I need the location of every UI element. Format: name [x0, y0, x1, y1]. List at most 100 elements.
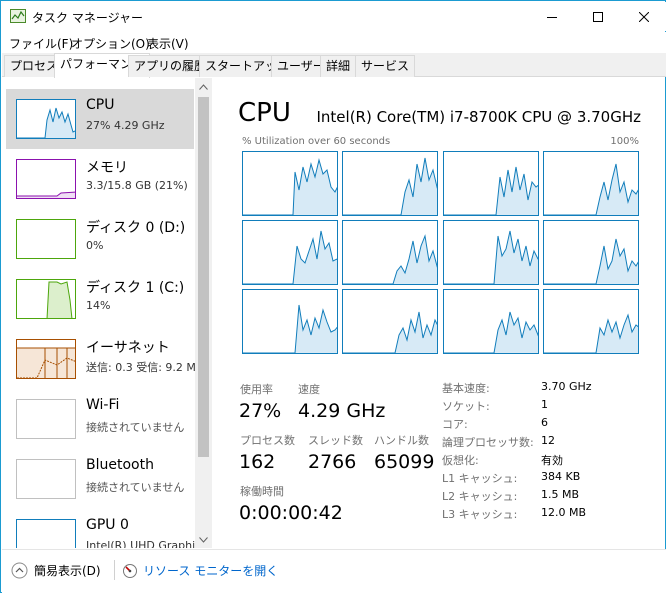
open-resource-monitor-label: リソース モニターを開く — [143, 564, 279, 578]
resource-gpu[interactable]: GPU 0 Intel(R) UHD Graphic — [6, 509, 201, 548]
scroll-up-button[interactable] — [195, 78, 212, 95]
core-graph-line — [544, 163, 638, 215]
resource-memory-sub: 3.3/15.8 GB (21%) — [86, 179, 188, 192]
base-speed-label: 基本速度: — [442, 382, 490, 395]
open-resource-monitor-link[interactable]: リソース モニターを開く — [122, 562, 278, 579]
core-graph — [242, 289, 338, 354]
resource-bluetooth-name: Bluetooth — [86, 457, 154, 473]
uptime-label: 稼働時間 — [240, 485, 284, 498]
menu-file[interactable]: ファイル(F) — [9, 35, 73, 52]
wifi-thumbnail-graph — [16, 399, 76, 439]
base-speed-value: 3.70 GHz — [541, 380, 592, 393]
footer-bar: 簡易表示(D) リソース モニターを開く — [2, 549, 666, 593]
menu-options[interactable]: オプション(O) — [71, 35, 150, 52]
core-graph-line — [243, 304, 337, 353]
resource-disk-1[interactable]: ディスク 1 (C:) 14% — [6, 269, 194, 329]
core-graph — [543, 289, 639, 354]
speed-label: 速度 — [298, 383, 320, 396]
scroll-thumb[interactable] — [198, 97, 209, 457]
minimize-button[interactable] — [529, 2, 575, 31]
disk0-thumbnail-graph — [16, 219, 76, 259]
resource-monitor-icon — [123, 563, 137, 578]
core-graph-line — [544, 313, 638, 353]
cpu-model-name: Intel(R) Core(TM) i7-8700K CPU @ 3.70GHz — [316, 108, 641, 126]
uptime-value: 0:00:00:42 — [239, 502, 343, 524]
sockets-value: 1 — [541, 398, 548, 411]
core-graphs-grid — [242, 151, 640, 355]
resource-gpu-name: GPU 0 — [86, 517, 129, 533]
core-graph-line — [444, 311, 538, 353]
task-manager-window: タスク マネージャー ファイル(F) オプション(O) 表示(V) プロセス パ… — [0, 0, 666, 593]
resource-wifi-name: Wi-Fi — [86, 397, 120, 413]
cpu-thumbnail-graph — [16, 99, 76, 139]
speed-value: 4.29 GHz — [298, 400, 386, 422]
cores-value: 6 — [541, 416, 548, 429]
core-graph-line — [243, 230, 337, 284]
core-graph — [242, 151, 338, 216]
sockets-label: ソケット: — [442, 400, 490, 413]
l1-cache-value: 384 KB — [541, 470, 581, 483]
core-graph-line — [343, 234, 437, 284]
l2-cache-value: 1.5 MB — [541, 488, 580, 501]
resource-list-scrollbar[interactable] — [195, 78, 212, 548]
thread-count-value: 2766 — [308, 451, 357, 473]
core-graph — [342, 289, 438, 354]
handle-count-value: 65099 — [374, 451, 435, 473]
resource-bluetooth-sub: 接続されていません — [86, 481, 185, 494]
core-graph — [342, 151, 438, 216]
fewer-details-button[interactable]: 簡易表示(D) — [11, 562, 101, 579]
core-graph-line — [544, 238, 638, 284]
resource-ethernet[interactable]: イーサネット 送信: 0.3 受信: 9.2 M — [6, 329, 196, 389]
l3-cache-label: L3 キャッシュ: — [442, 508, 518, 521]
menu-view[interactable]: 表示(V) — [147, 35, 189, 52]
memory-thumbnail-line — [17, 191, 75, 198]
process-count-value: 162 — [239, 451, 276, 473]
core-graph-line — [444, 166, 538, 215]
resource-disk-0[interactable]: ディスク 0 (D:) 0% — [6, 209, 194, 269]
footer-divider — [114, 560, 115, 580]
resource-cpu-sub: 27% 4.29 GHz — [86, 119, 165, 132]
chevron-down-icon — [199, 536, 208, 543]
bluetooth-thumbnail-graph — [16, 459, 76, 499]
resource-memory-name: メモリ — [86, 160, 128, 176]
resource-list: CPU 27% 4.29 GHz メモリ 3.3/15.8 GB (21%) デ… — [2, 78, 214, 548]
core-graph-line — [343, 157, 437, 215]
memory-thumbnail-graph — [16, 159, 76, 199]
core-graph-line — [343, 311, 437, 353]
close-icon — [639, 11, 649, 22]
gpu-thumbnail-graph — [16, 519, 76, 548]
resource-wifi[interactable]: Wi-Fi 接続されていません — [6, 389, 194, 449]
thread-count-label: スレッド数 — [308, 434, 363, 447]
resource-disk0-name: ディスク 0 (D:) — [86, 220, 186, 236]
core-graph — [543, 151, 639, 216]
utilization-caption: % Utilization over 60 seconds — [242, 136, 391, 147]
tab-services[interactable]: サービス — [355, 55, 416, 77]
disk1-thumbnail-line — [46, 281, 73, 318]
core-graph — [342, 220, 438, 285]
logical-processors-value: 12 — [541, 434, 555, 447]
close-button[interactable] — [621, 2, 666, 31]
window-title: タスク マネージャー — [32, 11, 143, 25]
resource-cpu[interactable]: CPU 27% 4.29 GHz — [6, 89, 194, 149]
resource-memory[interactable]: メモリ 3.3/15.8 GB (21%) — [6, 149, 194, 209]
tab-bar: プロセス パフォーマンス アプリの履歴 スタートアップ ユーザー 詳細 サービス — [2, 53, 666, 78]
handle-count-label: ハンドル数 — [374, 434, 429, 447]
minimize-icon — [547, 16, 557, 18]
scroll-down-button[interactable] — [195, 531, 212, 548]
fewer-details-label: 簡易表示(D) — [34, 564, 101, 578]
title-bar[interactable]: タスク マネージャー — [2, 2, 666, 31]
resource-disk1-name: ディスク 1 (C:) — [86, 280, 185, 296]
resource-disk1-sub: 14% — [86, 299, 111, 312]
task-manager-icon — [10, 9, 26, 23]
resource-wifi-sub: 接続されていません — [86, 421, 185, 434]
page-title: CPU — [238, 98, 291, 128]
core-graph-line — [444, 230, 538, 284]
core-graph — [443, 289, 539, 354]
ethernet-thumbnail-line — [17, 347, 75, 378]
resource-bluetooth[interactable]: Bluetooth 接続されていません — [6, 449, 194, 509]
core-graph-line — [243, 158, 337, 215]
core-graph — [543, 220, 639, 285]
resource-gpu-sub: Intel(R) UHD Graphic — [86, 539, 202, 548]
tab-details[interactable]: 詳細 — [320, 55, 357, 77]
maximize-button[interactable] — [575, 2, 621, 31]
